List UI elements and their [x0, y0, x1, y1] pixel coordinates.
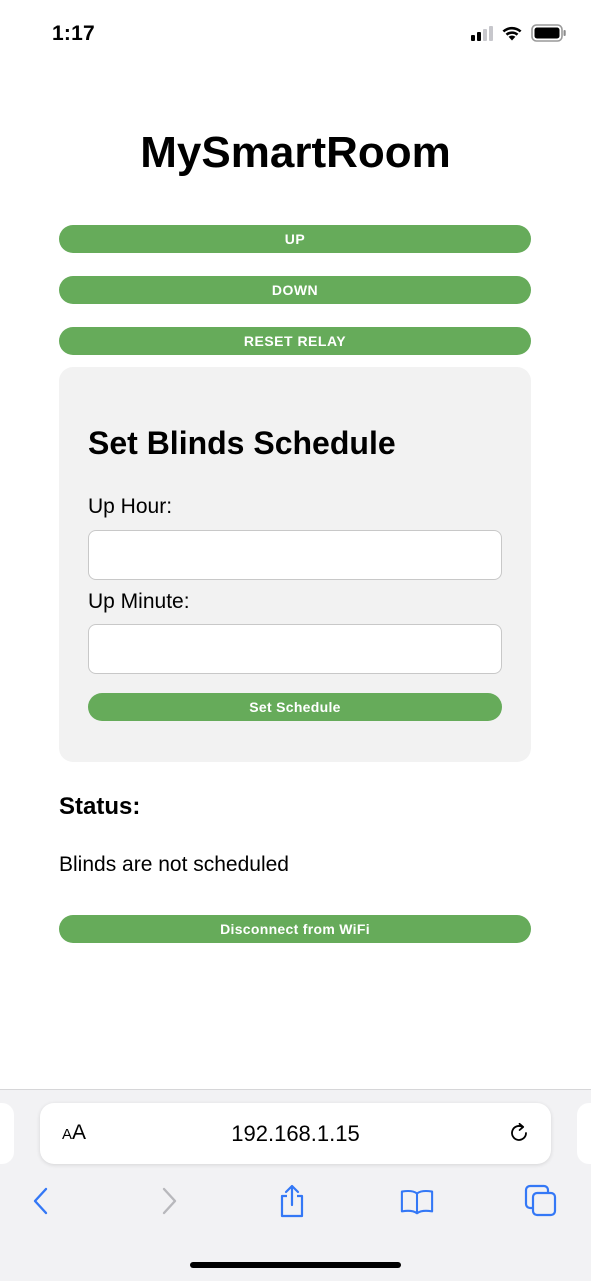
schedule-card: Set Blinds Schedule Up Hour: Up Minute: …: [59, 367, 531, 762]
down-button[interactable]: DOWN: [59, 276, 531, 304]
url-text[interactable]: 192.168.1.15: [40, 1121, 551, 1147]
status-text: Blinds are not scheduled: [59, 853, 289, 876]
up-button[interactable]: UP: [59, 225, 531, 253]
address-bar[interactable]: AA 192.168.1.15: [40, 1103, 551, 1164]
tabs-icon[interactable]: [524, 1184, 558, 1218]
back-icon[interactable]: [24, 1184, 58, 1218]
up-hour-label: Up Hour:: [88, 495, 173, 518]
bookmarks-icon[interactable]: [400, 1184, 434, 1218]
home-indicator[interactable]: [190, 1262, 401, 1268]
page-title: MySmartRoom: [140, 128, 451, 177]
status-heading: Status:: [59, 793, 141, 820]
schedule-title: Set Blinds Schedule: [88, 425, 396, 461]
up-hour-input[interactable]: [88, 530, 502, 580]
set-schedule-button[interactable]: Set Schedule: [88, 693, 502, 721]
reset-relay-button[interactable]: RESET RELAY: [59, 327, 531, 355]
battery-icon: [531, 24, 566, 42]
cellular-signal-icon: [471, 25, 493, 41]
disconnect-wifi-button[interactable]: Disconnect from WiFi: [59, 915, 531, 943]
share-icon[interactable]: [275, 1184, 309, 1218]
up-minute-input[interactable]: [88, 624, 502, 674]
up-minute-label: Up Minute:: [88, 590, 190, 613]
status-bar: 1:17: [0, 0, 591, 70]
status-time: 1:17: [52, 22, 95, 45]
next-tab-peek[interactable]: [577, 1103, 591, 1164]
status-icons: [471, 24, 567, 42]
reload-icon[interactable]: [507, 1121, 531, 1145]
wifi-icon: [502, 26, 522, 41]
previous-tab-peek[interactable]: [0, 1103, 14, 1164]
forward-icon[interactable]: [152, 1184, 186, 1218]
